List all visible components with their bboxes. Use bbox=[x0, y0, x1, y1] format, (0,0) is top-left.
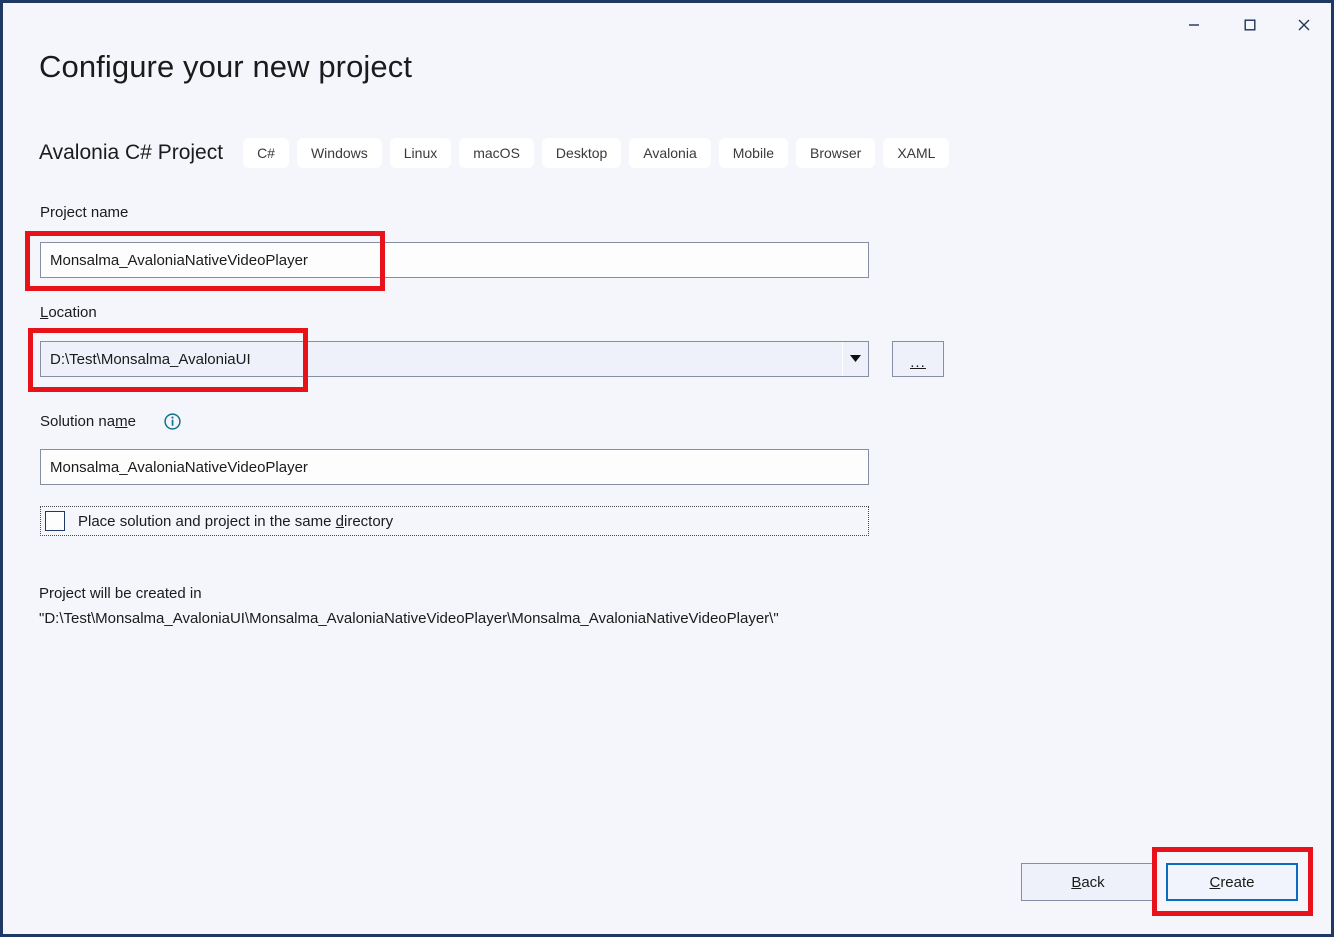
project-name-label: Project name bbox=[40, 204, 129, 221]
page-title: Configure your new project bbox=[39, 49, 413, 84]
browse-location-button[interactable]: ... bbox=[892, 341, 944, 377]
back-button[interactable]: Back bbox=[1021, 863, 1155, 901]
chevron-down-icon[interactable] bbox=[842, 342, 868, 376]
solution-name-label-prefix: Solution na bbox=[40, 413, 116, 430]
same-directory-label-suffix: irectory bbox=[344, 512, 394, 530]
template-name: Avalonia C# Project bbox=[39, 141, 224, 164]
tag-pill-avalonia: Avalonia bbox=[629, 138, 711, 168]
same-directory-label-accel: d bbox=[335, 512, 344, 530]
close-icon bbox=[1298, 19, 1310, 31]
same-directory-label: Place solution and project in the same d… bbox=[78, 513, 393, 530]
project-path-note: Project will be created in "D:\Test\Mons… bbox=[39, 585, 779, 627]
back-button-label: ack bbox=[1081, 873, 1105, 891]
create-button[interactable]: Create bbox=[1166, 863, 1298, 901]
tag-pill-macos: macOS bbox=[459, 138, 534, 168]
create-button-label: reate bbox=[1220, 873, 1255, 891]
location-value: D:\Test\Monsalma_AvaloniaUI bbox=[50, 350, 251, 368]
tag-pill-csharp: C# bbox=[243, 138, 289, 168]
solution-name-label-suffix: e bbox=[127, 413, 136, 430]
tag-pill-xaml: XAML bbox=[883, 138, 950, 168]
location-label: Location bbox=[40, 304, 97, 321]
info-icon-glyph bbox=[164, 413, 181, 430]
solution-name-input[interactable]: Monsalma_AvaloniaNativeVideoPlayer bbox=[40, 449, 869, 485]
maximize-icon bbox=[1244, 19, 1256, 31]
solution-name-label: Solution name bbox=[40, 413, 136, 430]
template-header-row: Avalonia C# Project C# Windows Linux mac… bbox=[39, 136, 957, 170]
minimize-icon bbox=[1189, 24, 1199, 26]
solution-name-value: Monsalma_AvaloniaNativeVideoPlayer bbox=[50, 458, 308, 476]
tag-pill-desktop: Desktop bbox=[541, 138, 622, 168]
same-directory-label-prefix: Place solution and project in the same bbox=[78, 512, 336, 530]
same-directory-checkbox[interactable] bbox=[45, 511, 65, 531]
tag-pill-windows: Windows bbox=[296, 138, 382, 168]
chevron-down-glyph bbox=[850, 355, 861, 362]
configure-project-dialog: Configure your new project Avalonia C# P… bbox=[0, 0, 1334, 937]
maximize-button[interactable] bbox=[1227, 3, 1273, 47]
solution-name-label-accel: m bbox=[115, 413, 128, 430]
minimize-button[interactable] bbox=[1171, 3, 1217, 47]
browse-button-label: ... bbox=[910, 354, 926, 371]
title-bar bbox=[3, 3, 1331, 49]
location-combobox[interactable]: D:\Test\Monsalma_AvaloniaUI bbox=[40, 341, 869, 377]
location-label-text: ocation bbox=[48, 304, 97, 321]
tag-pill-linux: Linux bbox=[389, 138, 452, 168]
tag-pill-browser: Browser bbox=[795, 138, 876, 168]
tag-pill-mobile: Mobile bbox=[718, 138, 788, 168]
back-button-accel: B bbox=[1071, 873, 1082, 891]
create-button-accel: C bbox=[1209, 873, 1221, 891]
project-name-value: Monsalma_AvaloniaNativeVideoPlayer bbox=[50, 251, 308, 269]
close-button[interactable] bbox=[1281, 3, 1327, 47]
same-directory-checkbox-row[interactable]: Place solution and project in the same d… bbox=[40, 506, 869, 536]
info-icon[interactable] bbox=[164, 413, 181, 430]
project-name-input[interactable]: Monsalma_AvaloniaNativeVideoPlayer bbox=[40, 242, 869, 278]
